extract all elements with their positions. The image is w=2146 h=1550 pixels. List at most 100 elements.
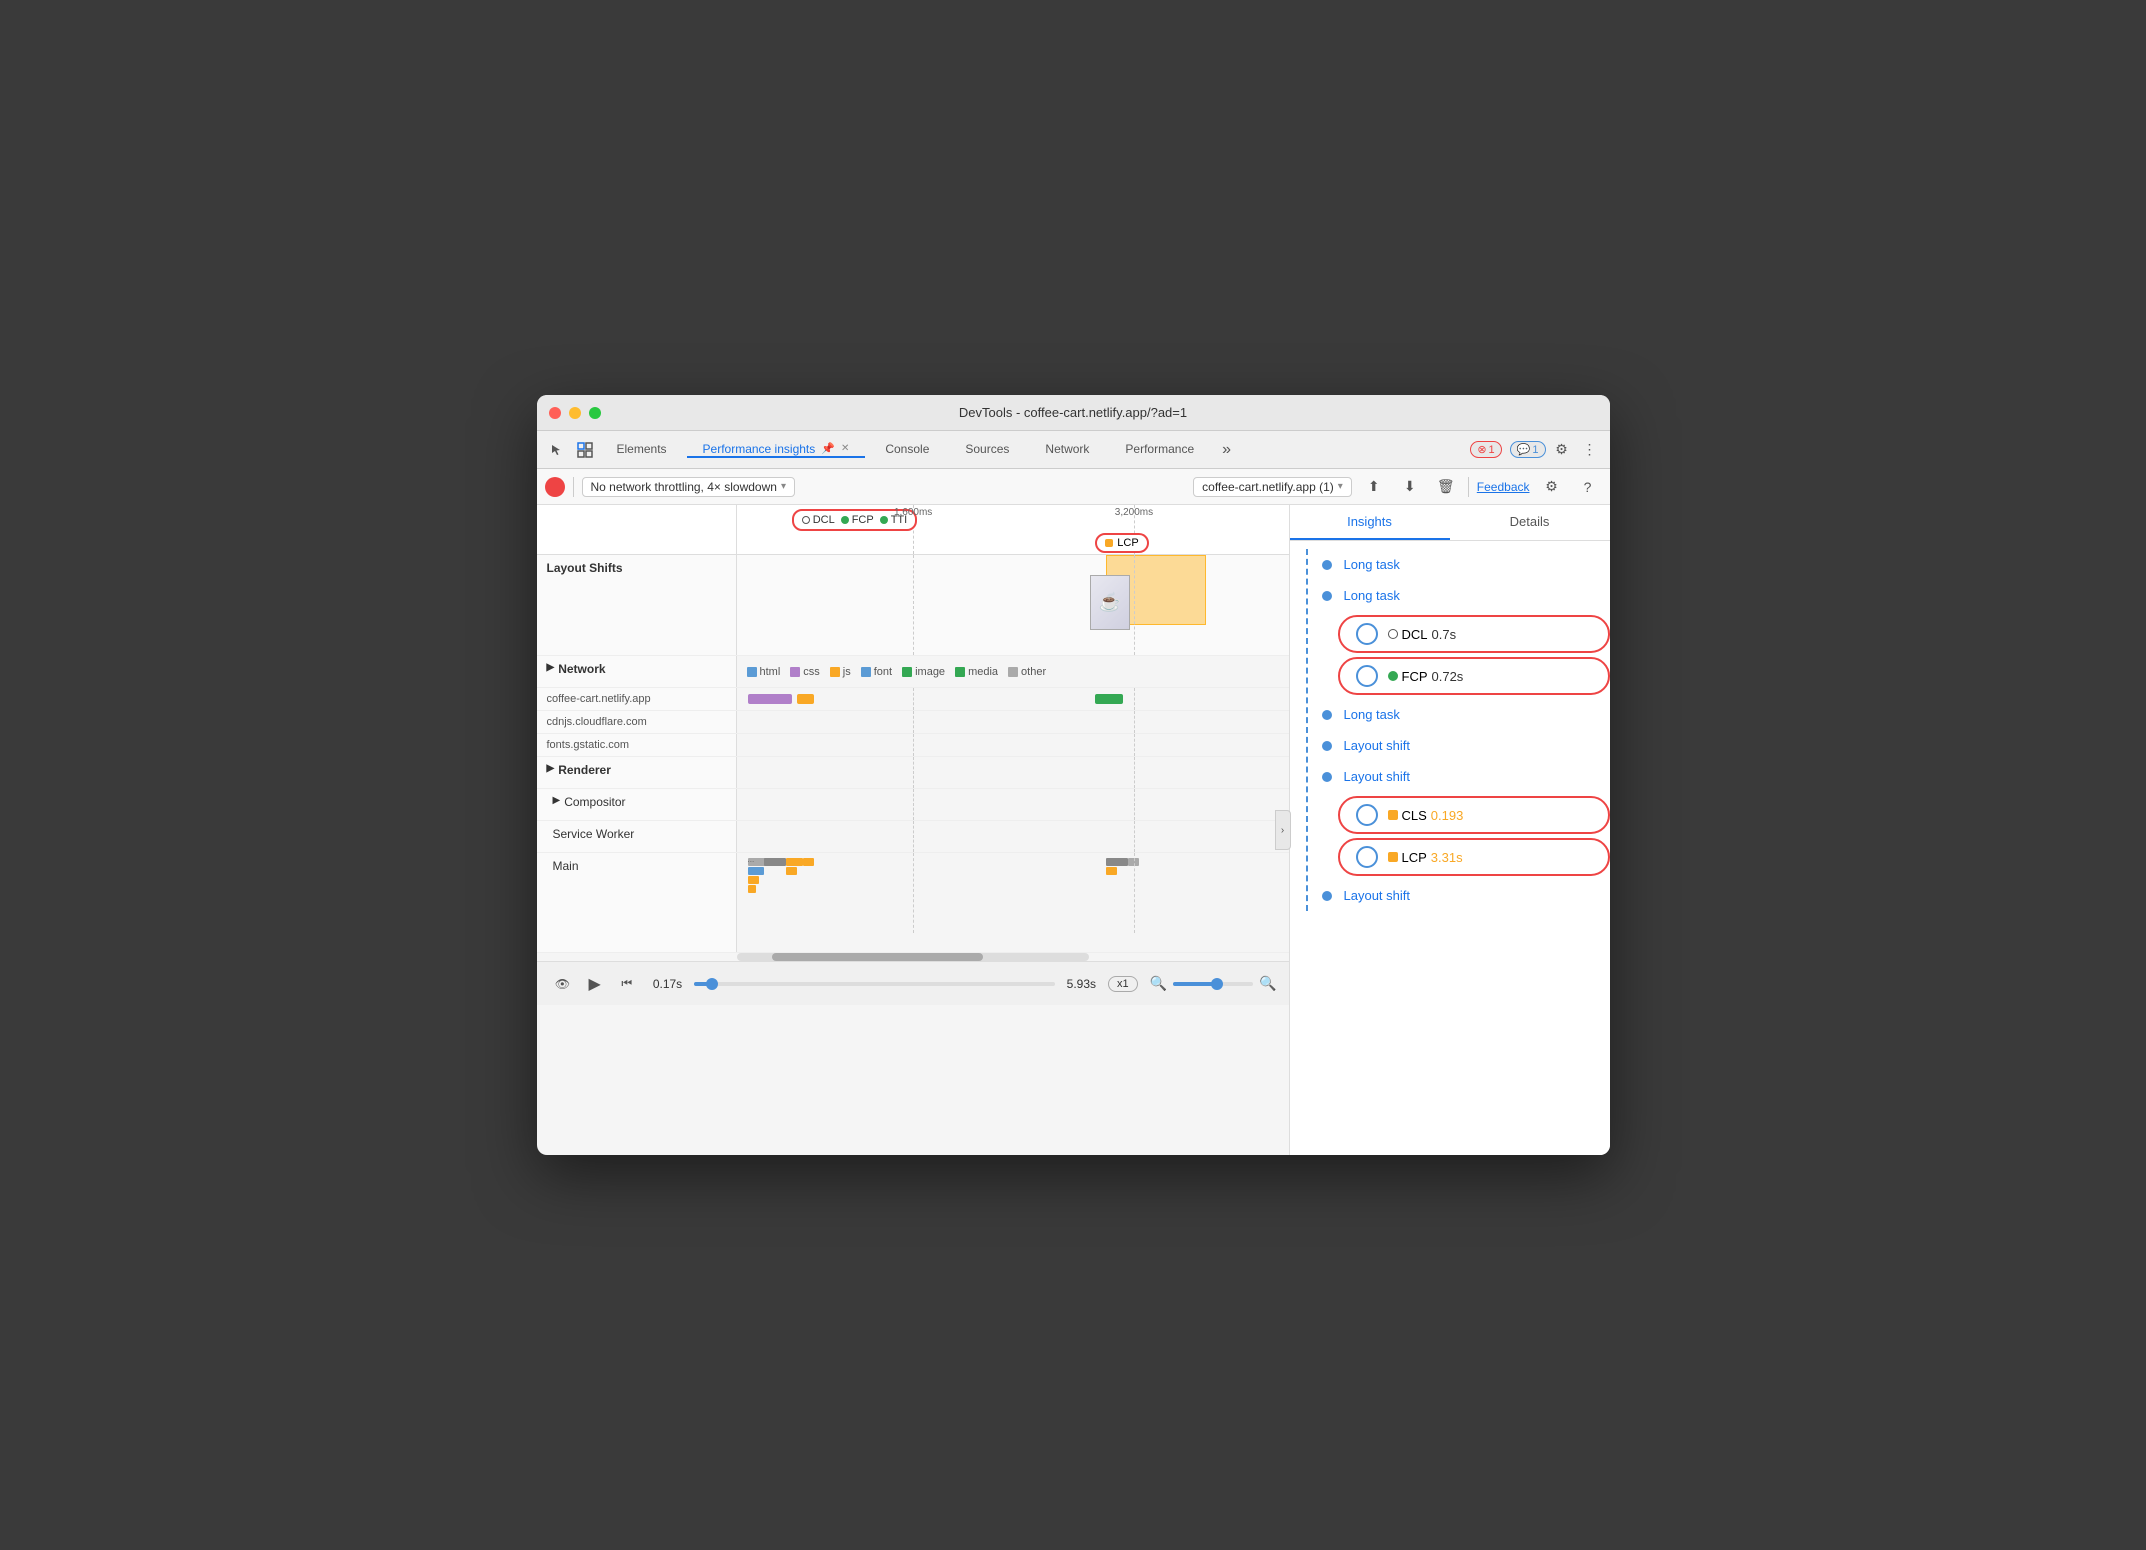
slider-thumb[interactable] xyxy=(706,978,718,990)
resource-label-2: cdnjs.cloudflare.com xyxy=(537,711,737,733)
long-task-link-3[interactable]: Long task xyxy=(1344,707,1400,722)
layout-shifts-content[interactable]: ☕ xyxy=(737,555,1289,655)
feedback-button[interactable]: Feedback xyxy=(1477,480,1530,494)
zoom-control: 🔍 🔍 xyxy=(1150,975,1277,992)
service-worker-row: Service Worker xyxy=(537,821,1289,853)
dcl-pill: DCL xyxy=(802,514,835,526)
pin-icon: 📌 xyxy=(821,442,835,455)
main-row: Main xyxy=(537,853,1289,953)
minimize-button[interactable] xyxy=(569,407,581,419)
delete-icon[interactable]: 🗑 xyxy=(1432,473,1460,501)
main-content: DCL FCP TTI 1,600ms 3, xyxy=(537,505,1610,1155)
close-button[interactable] xyxy=(549,407,561,419)
play-button[interactable]: ▶ xyxy=(589,974,601,994)
layout-shift-link-2[interactable]: Layout shift xyxy=(1344,769,1411,784)
timeline-ruler[interactable]: DCL FCP TTI 1,600ms 3, xyxy=(737,505,1289,554)
insight-dot-6 xyxy=(1322,891,1332,901)
insight-dot-4 xyxy=(1322,741,1332,751)
zoom-thumb[interactable] xyxy=(1211,978,1223,990)
dcl-metric-card: DCL 0.7s xyxy=(1338,615,1610,653)
main-bar-6 xyxy=(786,858,803,866)
zoom-slider[interactable] xyxy=(1173,982,1253,986)
cls-metric-icon xyxy=(1388,810,1398,820)
screenshot-mode-icon[interactable]: 👁 xyxy=(549,970,577,998)
tab-sources[interactable]: Sources xyxy=(949,442,1025,458)
main-bar-3 xyxy=(748,876,759,884)
fcp-card-circle xyxy=(1356,665,1378,687)
tab-console[interactable]: Console xyxy=(869,442,945,458)
layout-shifts-row: Layout Shifts ☕ xyxy=(537,555,1289,656)
left-panel: DCL FCP TTI 1,600ms 3, xyxy=(537,505,1290,1155)
main-bar-10 xyxy=(1106,867,1117,875)
dashed-v-comp2 xyxy=(1134,789,1135,820)
network-header-row: ▶ Network html css xyxy=(537,656,1289,688)
legend-other: other xyxy=(1008,666,1046,678)
tab-elements[interactable]: Elements xyxy=(601,442,683,458)
lcp-marker: LCP xyxy=(1095,533,1148,553)
tab-performance[interactable]: Performance xyxy=(1109,442,1210,458)
resource-bar-area-2 xyxy=(737,711,1289,733)
download-icon[interactable]: ⬇ xyxy=(1396,473,1424,501)
dashed-v-r1b xyxy=(1134,688,1135,710)
timeline-label-col xyxy=(537,505,737,554)
legend-font: font xyxy=(861,666,892,678)
tab-performance-insights[interactable]: Performance insights 📌 ✕ xyxy=(687,442,866,458)
devtools-window: DevTools - coffee-cart.netlify.app/?ad=1… xyxy=(537,395,1610,1155)
help-icon[interactable]: ? xyxy=(1574,473,1602,501)
inspect-icon[interactable] xyxy=(573,438,597,462)
dashed-v-main1 xyxy=(913,853,914,933)
cursor-icon[interactable] xyxy=(545,438,569,462)
insight-layout-shift-3: Layout shift xyxy=(1322,880,1610,911)
dashed-v-r2b xyxy=(1134,711,1135,733)
tab-insights[interactable]: Insights xyxy=(1290,505,1450,540)
tab-details[interactable]: Details xyxy=(1450,505,1610,540)
upload-icon[interactable]: ⬆ xyxy=(1360,473,1388,501)
dcl-card-circle xyxy=(1356,623,1378,645)
record-button[interactable] xyxy=(545,477,565,497)
long-task-link-2[interactable]: Long task xyxy=(1344,588,1400,603)
insight-long-task-1: Long task xyxy=(1322,549,1610,580)
more-options-icon[interactable]: ⋮ xyxy=(1578,438,1602,462)
fcp-pill: FCP xyxy=(841,514,874,526)
fcp-metric-card: FCP 0.72s xyxy=(1338,657,1610,695)
tab-network[interactable]: Network xyxy=(1029,442,1105,458)
res-bar-css xyxy=(748,694,792,704)
horizontal-scrollbar[interactable] xyxy=(737,953,1089,961)
network-resource-row-1: coffee-cart.netlify.app xyxy=(537,688,1289,711)
insights-header: Insights Details xyxy=(1290,505,1610,541)
layout-shift-link-1[interactable]: Layout shift xyxy=(1344,738,1411,753)
settings-icon[interactable]: ⚙ xyxy=(1550,438,1574,462)
renderer-expand-icon: ▶ xyxy=(547,763,555,774)
playback-slider[interactable] xyxy=(694,982,1054,986)
tab-close-button[interactable]: ✕ xyxy=(841,443,849,454)
zoom-in-icon[interactable]: 🔍 xyxy=(1259,975,1276,992)
collapse-button[interactable]: › xyxy=(1275,810,1291,850)
layout-shift-link-3[interactable]: Layout shift xyxy=(1344,888,1411,903)
speed-badge[interactable]: x1 xyxy=(1108,976,1138,992)
throttle-dropdown[interactable]: No network throttling, 4× slowdown ▾ xyxy=(582,477,795,497)
dashed-v-sw1 xyxy=(913,821,914,852)
error-badge[interactable]: ⊗ 1 xyxy=(1470,441,1501,458)
main-dots: ... xyxy=(748,855,755,864)
traffic-lights xyxy=(549,407,601,419)
renderer-label[interactable]: ▶ Renderer xyxy=(537,757,737,788)
info-badge[interactable]: 💬 1 xyxy=(1510,441,1546,458)
zoom-out-icon[interactable]: 🔍 xyxy=(1150,975,1167,992)
long-task-link-1[interactable]: Long task xyxy=(1344,557,1400,572)
playback-bar: 👁 ▶ ⏮ 0.17s 5.93s x1 🔍 🔍 xyxy=(537,961,1289,1005)
gear-icon[interactable]: ⚙ xyxy=(1538,473,1566,501)
insight-dot-1 xyxy=(1322,560,1332,570)
rewind-icon[interactable]: ⏮ xyxy=(613,970,641,998)
more-tabs-button[interactable]: » xyxy=(1214,441,1239,459)
scrollbar-thumb[interactable] xyxy=(772,953,983,961)
network-label[interactable]: ▶ Network xyxy=(537,656,737,687)
res-bar-js xyxy=(797,694,814,704)
insights-list: Long task Long task DCL 0.7s xyxy=(1290,541,1610,1155)
insight-dot-5 xyxy=(1322,772,1332,782)
url-dropdown[interactable]: coffee-cart.netlify.app (1) ▾ xyxy=(1193,477,1352,497)
dashed-v-sw2 xyxy=(1134,821,1135,852)
compositor-label[interactable]: ▶ Compositor xyxy=(537,789,737,820)
dcl-metric-icon xyxy=(1388,629,1398,639)
insight-layout-shift-2: Layout shift xyxy=(1322,761,1610,792)
maximize-button[interactable] xyxy=(589,407,601,419)
